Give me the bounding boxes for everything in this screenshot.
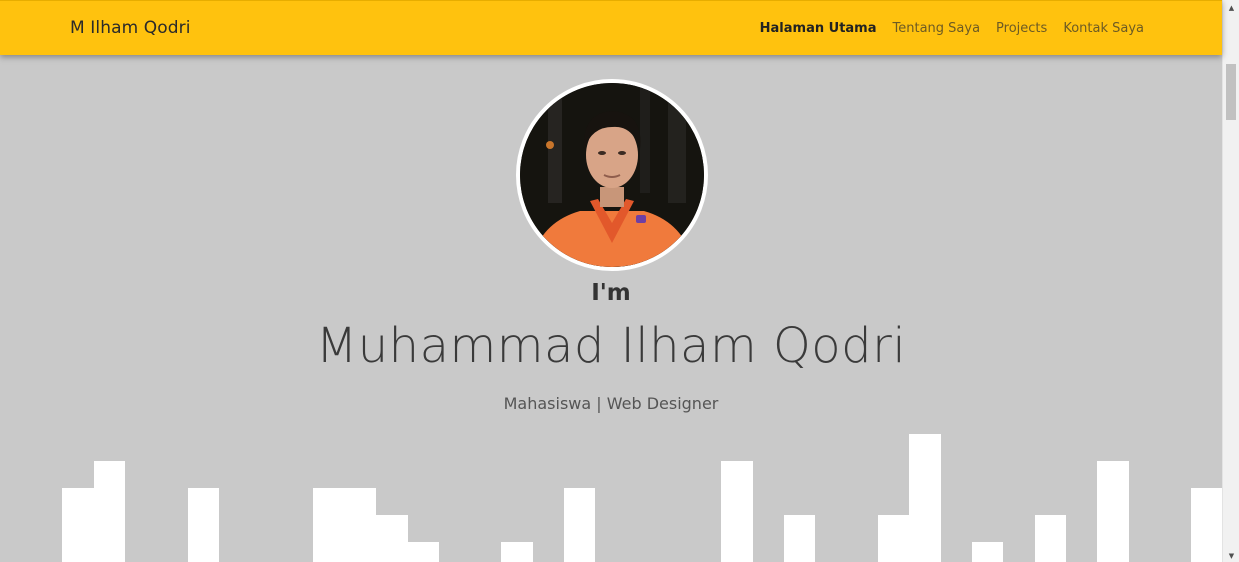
skyline-block [784,515,815,562]
nav-link-projects[interactable]: Projects [996,21,1047,36]
subtitle: Mahasiswa | Web Designer [503,394,719,413]
nav-link-kontak-saya[interactable]: Kontak Saya [1063,21,1144,36]
hero-section: I'm Muhammad Ilham Qodri Mahasiswa | Web… [0,54,1222,562]
skyline-block [313,488,376,562]
skyline-block [972,542,1003,562]
skyline-block [1191,488,1222,562]
skyline-block [878,515,909,562]
nav-link-tentang-saya[interactable]: Tentang Saya [893,21,981,36]
skyline-block [62,488,94,562]
vertical-scrollbar[interactable]: ▲ ▼ [1222,0,1239,562]
scroll-up-icon[interactable]: ▲ [1223,2,1239,14]
skyline-block [501,542,533,562]
scroll-thumb[interactable] [1226,64,1236,120]
skyline-block [721,461,753,562]
avatar [516,79,708,271]
page-title: Muhammad Ilham Qodri [315,318,907,374]
intro-text: I'm [591,280,631,306]
navbar: M Ilham Qodri Halaman Utama Tentang Saya… [0,0,1222,55]
nav-links: Halaman Utama Tentang Saya Projects Kont… [760,21,1144,36]
skyline-decoration [0,422,1222,562]
skyline-block [1097,461,1129,562]
skyline-block [909,434,941,562]
nav-link-halaman-utama[interactable]: Halaman Utama [760,21,877,36]
skyline-block [94,461,125,562]
skyline-block [376,515,408,562]
skyline-block [564,488,595,562]
skyline-block [188,488,219,562]
skyline-block [1035,515,1066,562]
skyline-block [408,542,439,562]
scroll-down-icon[interactable]: ▼ [1223,550,1239,562]
profile-photo-icon [520,83,704,267]
brand-link[interactable]: M Ilham Qodri [70,18,191,38]
